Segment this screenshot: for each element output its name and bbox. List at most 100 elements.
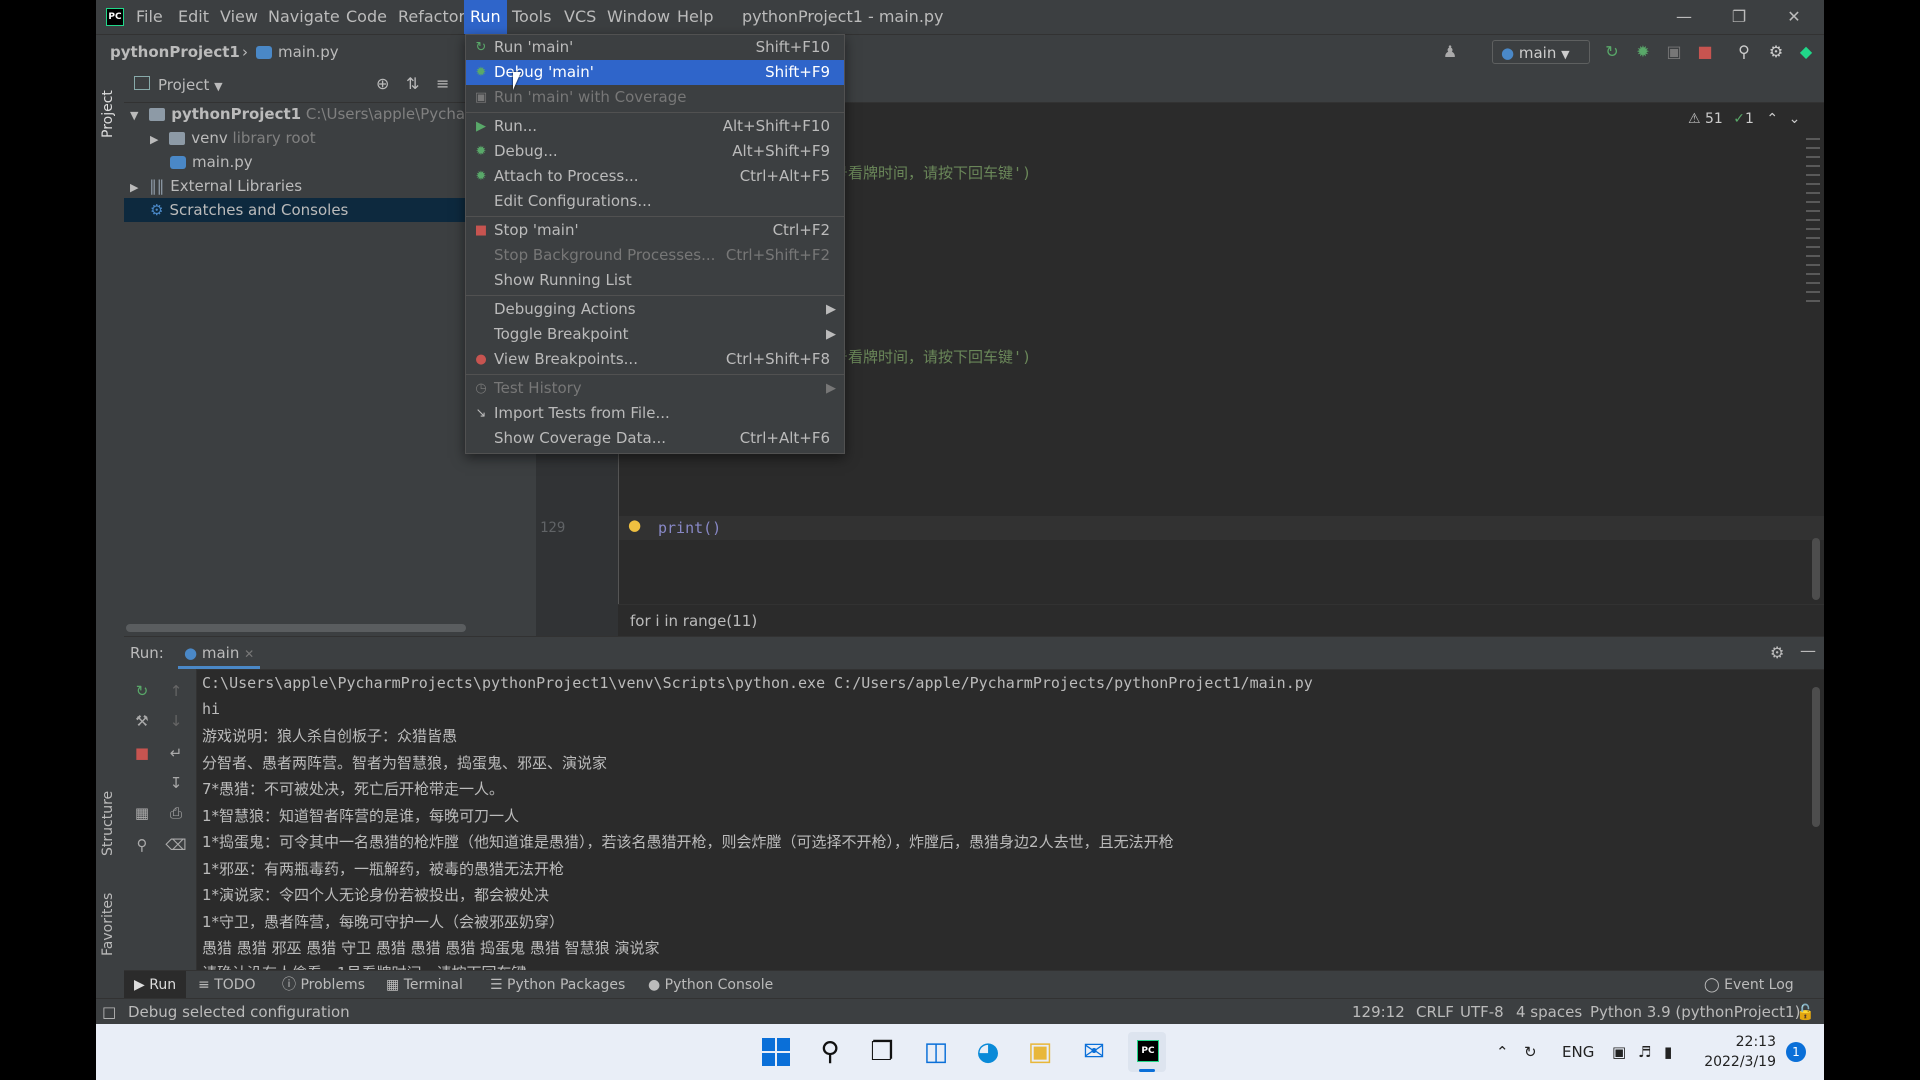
gear-icon[interactable]: ⚙ <box>1764 40 1788 64</box>
soft-wrap-icon[interactable]: ↵ <box>164 741 188 765</box>
rerun-icon[interactable]: ↻ <box>130 679 154 703</box>
menu-item-debug-main[interactable]: ✹ Debug 'main' Shift+F9 <box>466 60 844 85</box>
code-line-string-1[interactable]: 1号看牌时间，请按下回车键') <box>824 162 1031 183</box>
close-icon[interactable]: ✕ <box>244 647 254 661</box>
debug-icon[interactable]: ✹ <box>1631 40 1655 64</box>
search-icon[interactable]: ⚲ <box>1732 40 1756 64</box>
line-separator[interactable]: CRLF <box>1416 999 1454 1025</box>
lightbulb-icon[interactable]: ● <box>628 516 641 534</box>
vertical-scrollbar[interactable] <box>1812 538 1820 600</box>
run-tab-main[interactable]: ● main ✕ <box>178 637 261 669</box>
menu-item-view-breakpoints[interactable]: ● View Breakpoints... Ctrl+Shift+F8 <box>466 347 844 372</box>
breadcrumb-file[interactable]: main.py <box>256 35 339 69</box>
rerun-icon[interactable]: ↻ <box>1600 40 1624 64</box>
stop-icon[interactable]: ■ <box>1693 40 1717 64</box>
battery-icon[interactable]: ▮ <box>1664 1024 1672 1080</box>
indent-setting[interactable]: 4 spaces <box>1516 999 1582 1025</box>
menu-item-edit-configurations[interactable]: Edit Configurations... <box>466 189 844 214</box>
menu-navigate[interactable]: Navigate <box>262 0 346 34</box>
project-tool-tab[interactable]: Project <box>100 78 116 138</box>
edge-browser-icon[interactable]: ◕ <box>970 1034 1006 1070</box>
mail-icon[interactable]: ✉ <box>1076 1034 1112 1070</box>
layout-icon[interactable]: ▦ <box>130 801 154 825</box>
menu-window[interactable]: Window <box>601 0 676 34</box>
run-configuration-selector[interactable]: ● main ▼ <box>1492 40 1590 64</box>
menu-view[interactable]: View <box>214 0 264 34</box>
menu-item-attach-to-process[interactable]: ✹ Attach to Process... Ctrl+Alt+F5 <box>466 164 844 189</box>
tool-tab-terminal[interactable]: ▦ Terminal <box>386 971 463 999</box>
file-explorer-icon[interactable]: ▣ <box>1022 1034 1058 1070</box>
chevron-up-icon[interactable]: ⌃ <box>1496 1024 1509 1080</box>
menu-item-toggle-breakpoint[interactable]: Toggle Breakpoint ▶ <box>466 322 844 347</box>
code-line-string-2[interactable]: 2号看牌时间，请按下回车键') <box>824 346 1031 367</box>
up-icon[interactable]: ↑ <box>164 679 188 703</box>
python-interpreter[interactable]: Python 3.9 (pythonProject1) <box>1590 999 1800 1025</box>
menu-item-debug-dots[interactable]: ✹ Debug... Alt+Shift+F9 <box>466 139 844 164</box>
expand-all-icon[interactable]: ⇅ <box>406 74 426 93</box>
minimize-icon[interactable]: — <box>1656 0 1712 34</box>
tool-tab-python-packages[interactable]: ☰ Python Packages <box>490 971 625 999</box>
menu-vcs[interactable]: VCS <box>558 0 602 34</box>
widgets-icon[interactable]: ◫ <box>918 1034 954 1070</box>
pycharm-taskbar-icon[interactable]: PC <box>1128 1032 1166 1072</box>
menu-code[interactable]: Code <box>340 0 393 34</box>
status-toggle-icon[interactable]: □ <box>102 999 116 1025</box>
task-view-icon[interactable]: ❐ <box>864 1034 900 1070</box>
restore-icon[interactable]: ❐ <box>1711 0 1767 34</box>
user-icon[interactable]: ♟ <box>1438 40 1462 64</box>
search-icon[interactable]: ⚲ <box>812 1034 848 1070</box>
windows-start-icon[interactable] <box>758 1034 794 1070</box>
menu-edit[interactable]: Edit <box>172 0 215 34</box>
tool-tab-problems[interactable]: ⓘ Problems <box>282 971 365 999</box>
project-view-selector[interactable]: Project ▼ <box>158 68 223 102</box>
menu-item-stop-main[interactable]: ■ Stop 'main' Ctrl+F2 <box>466 218 844 243</box>
sync-icon[interactable]: ↻ <box>1524 1024 1537 1080</box>
inspection-widget[interactable]: ⚠ 51 ✓1 ⌃ ⌄ <box>1688 108 1800 130</box>
gear-icon[interactable]: ⚙ <box>1770 643 1784 662</box>
favorites-tool-tab[interactable]: Favorites <box>100 878 116 956</box>
menu-file[interactable]: File <box>130 0 169 34</box>
menu-item-show-running-list[interactable]: Show Running List <box>466 268 844 293</box>
collapse-all-icon[interactable]: ≡ <box>436 74 456 93</box>
system-clock[interactable]: 22:13 2022/3/19 <box>1696 1032 1776 1072</box>
pin-icon[interactable]: ⚲ <box>130 833 154 857</box>
menu-refactor[interactable]: Refactor <box>392 0 471 34</box>
hide-icon[interactable]: — <box>1800 641 1816 660</box>
console-output[interactable]: C:\Users\apple\PycharmProjects\pythonPro… <box>202 671 1802 971</box>
menu-item-run-main[interactable]: ↻ Run 'main' Shift+F10 <box>466 35 844 60</box>
menu-item-run-dots[interactable]: ▶ Run... Alt+Shift+F10 <box>466 114 844 139</box>
locate-icon[interactable]: ⊕ <box>376 74 396 93</box>
print-icon[interactable]: ⎙ <box>164 801 188 825</box>
down-icon[interactable]: ↓ <box>164 709 188 733</box>
plugin-icon[interactable]: ◆ <box>1794 40 1818 64</box>
code-line-print[interactable]: print() <box>658 519 721 537</box>
breadcrumb-project[interactable]: pythonProject1 <box>110 35 240 69</box>
tool-tab-run[interactable]: ▶ Run <box>124 971 187 999</box>
notification-badge[interactable]: 1 <box>1786 1042 1806 1062</box>
file-encoding[interactable]: UTF-8 <box>1460 999 1504 1025</box>
menu-tools[interactable]: Tools <box>506 0 557 34</box>
structure-tool-tab[interactable]: Structure <box>100 778 116 856</box>
menu-item-import-tests[interactable]: ↘ Import Tests from File... <box>466 401 844 426</box>
menu-item-debugging-actions[interactable]: Debugging Actions ▶ <box>466 297 844 322</box>
trash-icon[interactable]: ⌫ <box>164 833 188 857</box>
network-icon[interactable]: ▣ <box>1612 1024 1626 1080</box>
console-scrollbar[interactable] <box>1812 687 1820 827</box>
close-icon[interactable]: ✕ <box>1766 0 1822 34</box>
scroll-to-end-icon[interactable]: ↧ <box>164 771 188 795</box>
wrench-icon[interactable]: ⚒ <box>130 709 154 733</box>
code-breadcrumb[interactable]: for i in range(11) <box>630 605 757 637</box>
volume-icon[interactable]: ♬ <box>1638 1024 1651 1080</box>
coverage-icon[interactable]: ▣ <box>1662 40 1686 64</box>
error-stripe[interactable] <box>1806 138 1820 308</box>
caret-position[interactable]: 129:12 <box>1352 999 1405 1025</box>
horizontal-scrollbar[interactable] <box>126 624 466 632</box>
stop-icon[interactable]: ■ <box>130 741 154 765</box>
tool-tab-python-console[interactable]: ● Python Console <box>648 971 773 999</box>
chevron-up-icon[interactable]: ⌃ <box>1766 111 1778 127</box>
menu-item-show-coverage-data[interactable]: Show Coverage Data... Ctrl+Alt+F6 <box>466 426 844 451</box>
menu-run[interactable]: Run <box>464 0 507 34</box>
tool-tab-todo[interactable]: ≡ TODO <box>198 971 256 999</box>
lock-icon[interactable]: 🔓 <box>1796 999 1815 1025</box>
chevron-down-icon[interactable]: ⌄ <box>1789 111 1801 127</box>
